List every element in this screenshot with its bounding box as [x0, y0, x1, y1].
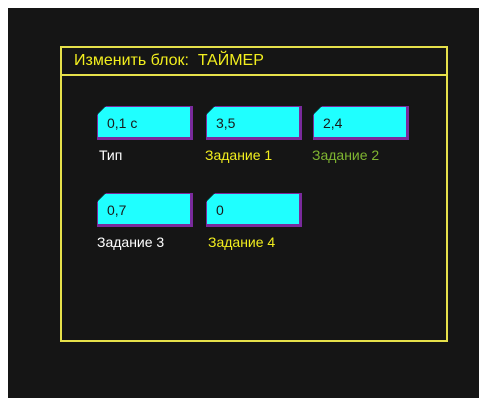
dialog-title: Изменить блок: ТАЙМЕР [74, 52, 264, 69]
setpoint-1-label: Задание 1 [205, 147, 273, 163]
setpoint-4-label: Задание 4 [208, 234, 276, 250]
field-corner-marker [97, 193, 106, 202]
setpoint-3-value-field[interactable]: 0,7 [97, 193, 193, 227]
type-label: Тип [99, 147, 123, 163]
type-value-field[interactable]: 0,1 с [97, 106, 193, 140]
setpoint-1-value: 3,5 [216, 115, 236, 131]
type-value: 0,1 с [107, 115, 138, 131]
field-corner-marker [206, 106, 215, 115]
setpoint-2-value-field[interactable]: 2,4 [313, 106, 409, 140]
field-corner-marker [313, 106, 322, 115]
edit-block-dialog: Изменить блок: ТАЙМЕР 0,1 с Тип 3,5 Зада… [60, 46, 448, 342]
setpoint-2-value: 2,4 [323, 115, 343, 131]
field-corner-marker [97, 106, 106, 115]
setpoint-3-label: Задание 3 [97, 234, 165, 250]
field-corner-marker [206, 193, 215, 202]
setpoint-3-value: 0,7 [107, 202, 127, 218]
dialog-title-bar: Изменить блок: ТАЙМЕР [62, 48, 446, 76]
screen-background: Изменить блок: ТАЙМЕР 0,1 с Тип 3,5 Зада… [8, 8, 479, 398]
setpoint-1-value-field[interactable]: 3,5 [206, 106, 302, 140]
setpoint-2-label: Задание 2 [312, 147, 380, 163]
setpoint-4-value: 0 [216, 202, 224, 218]
setpoint-4-value-field[interactable]: 0 [206, 193, 302, 227]
